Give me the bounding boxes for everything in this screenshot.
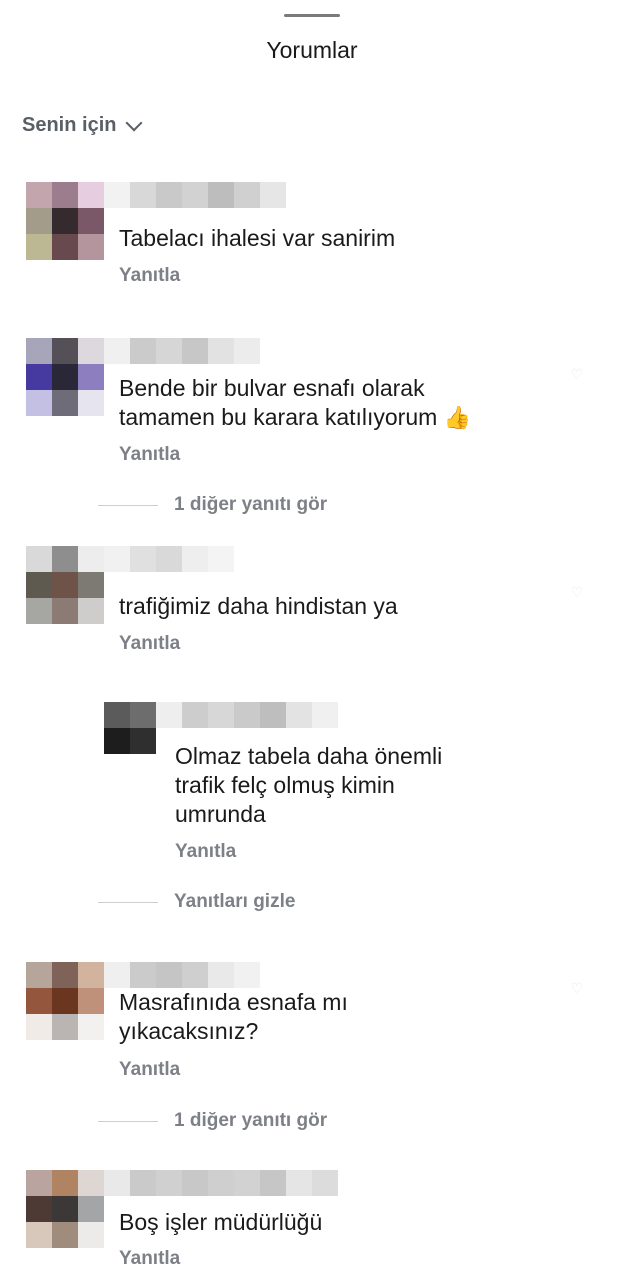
username[interactable] (104, 546, 234, 572)
chevron-down-icon (125, 114, 143, 131)
reply-button[interactable]: Yanıtla (119, 444, 180, 466)
comment-text: tamamen bu karara katılıyorum 👍 (119, 403, 471, 432)
username[interactable] (104, 1170, 338, 1196)
divider-line (98, 901, 158, 903)
avatar[interactable] (26, 962, 104, 1040)
reply-button[interactable]: Yanıtla (119, 265, 180, 287)
username[interactable] (104, 182, 286, 208)
page-title: Yorumlar (266, 37, 358, 63)
avatar[interactable] (26, 338, 104, 416)
like-icon[interactable]: ♡ (566, 364, 588, 384)
thumbs-up-emoji: 👍 (443, 405, 472, 430)
username[interactable] (156, 702, 338, 728)
avatar[interactable] (26, 182, 104, 260)
comment-text-line: tamamen bu karara katılıyorum (119, 404, 438, 430)
view-more-replies[interactable]: 1 diğer yanıtı gör (98, 1110, 327, 1132)
divider-line (98, 1120, 158, 1122)
sort-filter-dropdown[interactable]: Senin için (22, 114, 143, 137)
reply-button[interactable]: Yanıtla (119, 1059, 180, 1081)
avatar[interactable] (26, 546, 104, 624)
hide-replies-label: Yanıtları gizle (174, 891, 296, 912)
username[interactable] (104, 338, 260, 364)
like-icon[interactable]: ♡ (566, 582, 588, 602)
username[interactable] (104, 962, 260, 988)
reply-button[interactable]: Yanıtla (119, 633, 180, 655)
hide-replies[interactable]: Yanıtları gizle (98, 891, 295, 913)
reply-button[interactable]: Yanıtla (119, 1248, 180, 1270)
comment-text: trafik felç olmuş kimin (175, 772, 395, 798)
drag-handle[interactable] (284, 14, 340, 17)
avatar[interactable] (26, 1170, 104, 1248)
divider-line (98, 504, 158, 506)
comment-text: Tabelacı ihalesi var sanirim (119, 225, 396, 251)
comment-text: trafiğimiz daha hindistan ya (119, 593, 398, 619)
filter-label: Senin için (22, 114, 117, 136)
view-more-replies-label: 1 diğer yanıtı gör (174, 494, 328, 515)
like-icon[interactable]: ♡ (566, 978, 588, 998)
comment-text: Masrafınıda esnafa mı (119, 989, 348, 1015)
view-more-replies[interactable]: 1 diğer yanıtı gör (98, 494, 327, 516)
comment-text: Bende bir bulvar esnafı olarak (119, 375, 425, 401)
comment-text: yıkacaksınız? (119, 1018, 259, 1044)
view-more-replies-label: 1 diğer yanıtı gör (174, 1110, 328, 1131)
comment-text: umrunda (175, 801, 266, 827)
comment-text: Boş işler müdürlüğü (119, 1209, 323, 1235)
avatar[interactable] (104, 702, 156, 754)
comment-text: Olmaz tabela daha önemli (175, 743, 443, 769)
reply-button[interactable]: Yanıtla (175, 841, 236, 863)
